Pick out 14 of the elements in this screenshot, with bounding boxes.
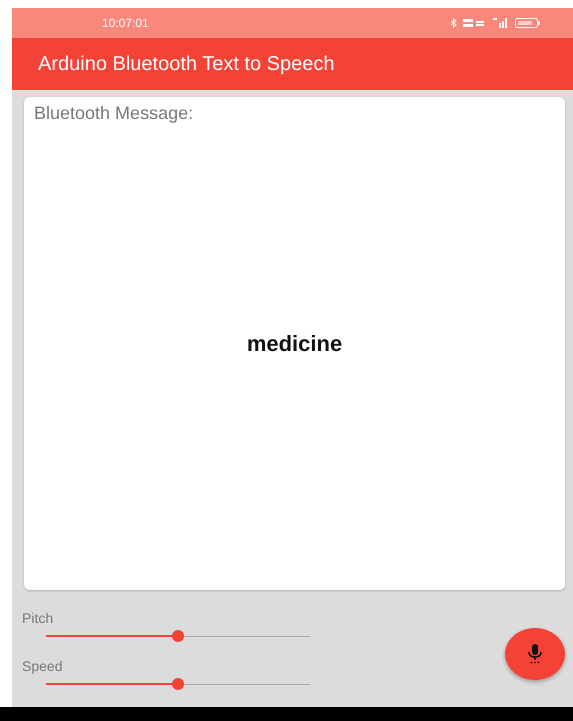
- slider-label: Pitch: [22, 610, 54, 626]
- signal-icon: [493, 18, 509, 28]
- microphone-icon: [527, 644, 543, 664]
- message-text: medicine: [246, 331, 342, 357]
- status-time: 10:07:01: [102, 16, 149, 30]
- card-label: Bluetooth Message:: [34, 103, 194, 124]
- slider-label: Speed: [22, 658, 62, 674]
- bluetooth-icon: [450, 18, 457, 28]
- slider-thumb[interactable]: [172, 630, 184, 642]
- app-title: Arduino Bluetooth Text to Speech: [38, 52, 335, 76]
- microphone-button[interactable]: [505, 628, 565, 680]
- network-speed-icon: [463, 18, 487, 28]
- battery-icon: [515, 18, 541, 28]
- slider-thumb[interactable]: [172, 678, 184, 690]
